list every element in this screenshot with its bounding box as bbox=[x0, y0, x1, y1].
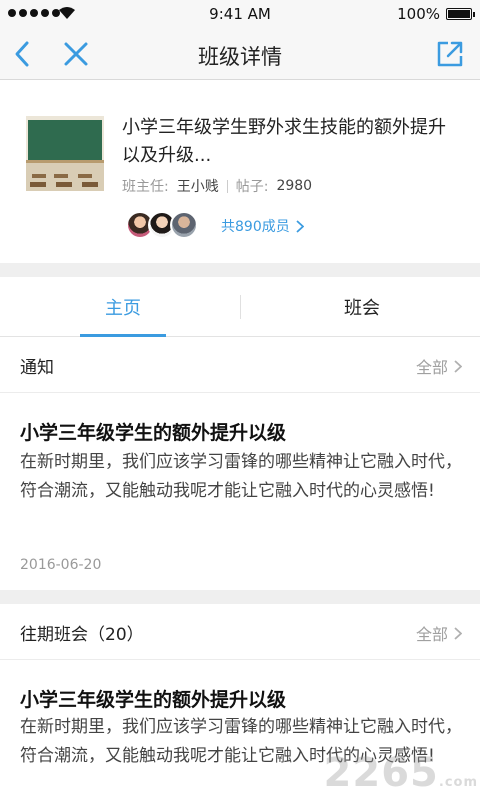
teacher-label: 班主任: bbox=[122, 179, 169, 195]
battery-icon bbox=[446, 8, 475, 20]
section-gap bbox=[0, 590, 480, 604]
notice-all-button[interactable]: 全部 bbox=[416, 354, 462, 378]
members-link[interactable]: 共890成员 bbox=[221, 216, 304, 236]
watermark-suffix: .com bbox=[438, 775, 478, 790]
past-meetings-header: 往期班会（20） 全部 bbox=[0, 604, 480, 660]
chevron-right-icon bbox=[296, 219, 304, 233]
past-meetings-title: 往期班会（20） bbox=[20, 625, 144, 645]
tab-divider bbox=[240, 295, 241, 319]
notice-item-date: 2016-06-20 bbox=[20, 557, 102, 573]
avatar bbox=[170, 211, 198, 239]
past-meetings-all-button[interactable]: 全部 bbox=[416, 621, 462, 645]
members-count: 共890成员 bbox=[221, 219, 290, 235]
member-avatars[interactable] bbox=[126, 211, 198, 239]
nav-bar: 班级详情 bbox=[0, 28, 480, 80]
tab-meeting[interactable]: 班会 bbox=[320, 277, 404, 337]
notice-item-body: 在新时期里，我们应该学习雷锋的哪些精神让它融入时代，符合潮流，又能触动我呢才能让… bbox=[20, 452, 462, 501]
section-gap bbox=[0, 263, 480, 277]
page-title: 班级详情 bbox=[198, 45, 282, 69]
class-meta: 班主任: 王小贱 帖子: 2980 bbox=[122, 176, 312, 196]
watermark-main: 2265 bbox=[323, 750, 439, 796]
notice-card[interactable]: 小学三年级学生的额外提升以级 在新时期里，我们应该学习雷锋的哪些精神让它融入时代… bbox=[0, 393, 480, 590]
chevron-right-icon bbox=[454, 359, 462, 373]
past-meeting-item-title: 小学三年级学生的额外提升以级 bbox=[20, 689, 287, 711]
battery-percent: 100% bbox=[397, 5, 440, 23]
notice-all-label: 全部 bbox=[415, 358, 448, 377]
notice-item-title: 小学三年级学生的额外提升以级 bbox=[20, 422, 287, 444]
status-bar: 9:41 AM 100% bbox=[0, 0, 480, 28]
class-thumbnail bbox=[26, 116, 104, 191]
meta-divider bbox=[226, 179, 228, 193]
teacher-name: 王小贱 bbox=[176, 179, 219, 195]
posts-count: 2980 bbox=[276, 178, 313, 194]
class-title: 小学三年级学生野外求生技能的额外提升以及升级... bbox=[122, 117, 446, 166]
posts-label: 帖子: bbox=[235, 179, 269, 195]
share-icon bbox=[437, 41, 463, 67]
watermark-logo: 2265.com bbox=[324, 750, 478, 796]
notice-title: 通知 bbox=[20, 358, 54, 378]
tab-home[interactable]: 主页 bbox=[80, 277, 166, 337]
past-meetings-all-label: 全部 bbox=[415, 625, 448, 644]
tab-bar: 主页 班会 bbox=[0, 277, 480, 337]
class-info-card: 小学三年级学生野外求生技能的额外提升以及升级... 班主任: 王小贱 帖子: 2… bbox=[0, 81, 480, 263]
chevron-right-icon bbox=[454, 626, 462, 640]
share-button[interactable] bbox=[434, 38, 466, 70]
notice-header: 通知 全部 bbox=[0, 337, 480, 393]
